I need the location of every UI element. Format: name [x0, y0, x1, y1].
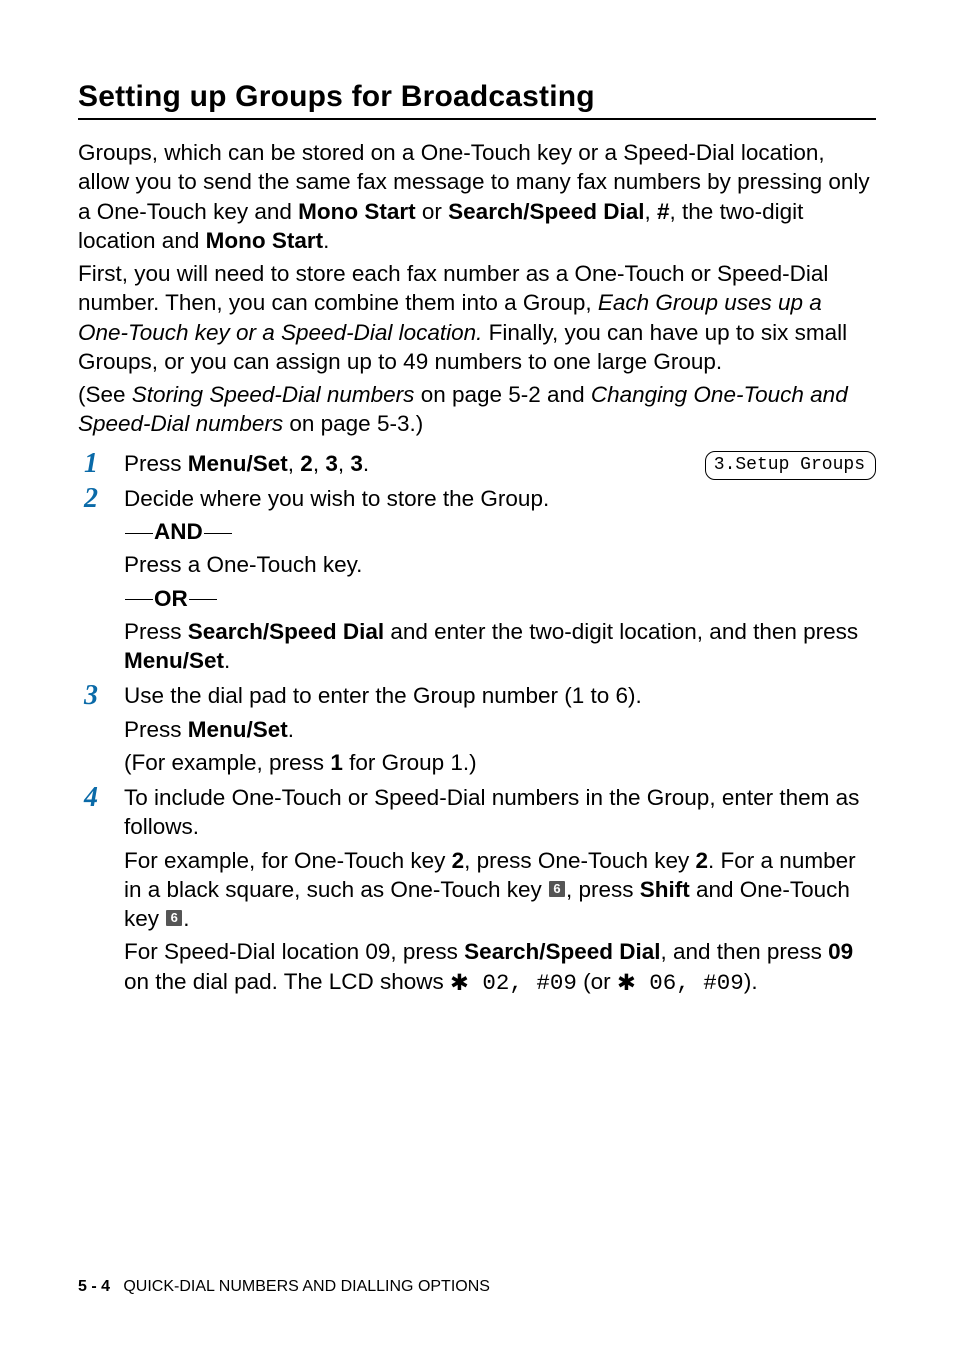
text: for Group 1.): [343, 750, 477, 775]
step-number: 3: [78, 681, 124, 710]
step-number: 2: [78, 484, 124, 513]
key-2: 2: [452, 848, 465, 873]
search-speed-dial-label: Search/Speed Dial: [464, 939, 660, 964]
step-3-line-3: (For example, press 1 for Group 1.): [124, 748, 876, 777]
menu-set-label: Menu/Set: [188, 717, 288, 742]
lcd-display: 3.Setup Groups: [705, 451, 876, 480]
page-number: 5 - 4: [78, 1278, 110, 1295]
key-3: 3: [350, 451, 363, 476]
key-2: 2: [696, 848, 709, 873]
step-4-line-2: For example, for One-Touch key 2, press …: [124, 846, 876, 934]
intro-paragraph-3: (See Storing Speed-Dial numbers on page …: [78, 380, 876, 439]
steps-list: 1 Press Menu/Set, 2, 3, 3. 3.Setup Group…: [78, 449, 876, 1002]
star-icon: ✱: [617, 968, 636, 997]
step-2-line-1: Decide where you wish to store the Group…: [124, 484, 876, 513]
search-speed-dial-label: Search/Speed Dial: [188, 619, 384, 644]
text: (For example, press: [124, 750, 330, 775]
dash-icon: [125, 599, 153, 600]
text: on page 5-2 and: [414, 382, 590, 407]
step-4: 4 To include One-Touch or Speed-Dial num…: [78, 783, 876, 1002]
step-3-line-1: Use the dial pad to enter the Group numb…: [124, 681, 876, 710]
step-3-line-2: Press Menu/Set.: [124, 715, 876, 744]
text: Press: [124, 717, 188, 742]
step-1-text: Press Menu/Set, 2, 3, 3.: [124, 449, 369, 478]
text: , press One-Touch key: [464, 848, 695, 873]
text: , and then press: [661, 939, 829, 964]
key-2: 2: [300, 451, 313, 476]
step-number: 1: [78, 449, 124, 478]
mono-start-label: Mono Start: [206, 228, 324, 253]
key-3: 3: [325, 451, 338, 476]
step-number: 4: [78, 783, 124, 812]
dash-icon: [125, 533, 153, 534]
text: .: [288, 717, 294, 742]
or-label: OR: [154, 586, 188, 611]
text: For Speed-Dial location 09, press: [124, 939, 464, 964]
menu-set-label: Menu/Set: [124, 648, 224, 673]
search-speed-dial-label: Search/Speed Dial: [448, 199, 644, 224]
section-heading: Setting up Groups for Broadcasting: [78, 80, 876, 120]
lcd-text: 06, #09: [636, 970, 744, 996]
text: , press: [566, 877, 640, 902]
text: .: [323, 228, 329, 253]
text: on page 5-3.): [283, 411, 423, 436]
lcd-text: 02, #09: [469, 970, 577, 996]
and-label: AND: [154, 519, 203, 544]
text: on the dial pad. The LCD shows: [124, 969, 450, 994]
text: Press: [124, 619, 188, 644]
mono-start-label: Mono Start: [298, 199, 416, 224]
hash-key: #: [657, 199, 670, 224]
xref-storing-speed-dial: Storing Speed-Dial numbers: [132, 382, 415, 407]
shift-label: Shift: [640, 877, 690, 902]
text: ,: [338, 451, 351, 476]
or-separator: OR: [124, 584, 876, 613]
text: ,: [288, 451, 301, 476]
footer-label: QUICK-DIAL NUMBERS AND DIALLING OPTIONS: [123, 1278, 490, 1295]
text: (or: [577, 969, 617, 994]
intro-paragraph-2: First, you will need to store each fax n…: [78, 259, 876, 376]
text: For example, for One-Touch key: [124, 848, 452, 873]
step-4-line-1: To include One-Touch or Speed-Dial numbe…: [124, 783, 876, 842]
text: Press: [124, 451, 188, 476]
step-2: 2 Decide where you wish to store the Gro…: [78, 484, 876, 680]
step-4-line-3: For Speed-Dial location 09, press Search…: [124, 937, 876, 998]
and-separator: AND: [124, 517, 876, 546]
step-3: 3 Use the dial pad to enter the Group nu…: [78, 681, 876, 781]
text: .: [224, 648, 230, 673]
text: ).: [744, 969, 758, 994]
step-2-line-3: Press Search/Speed Dial and enter the tw…: [124, 617, 876, 676]
dash-icon: [189, 599, 217, 600]
step-2-line-2: Press a One-Touch key.: [124, 550, 876, 579]
text: .: [363, 451, 369, 476]
intro-paragraph-1: Groups, which can be stored on a One-Tou…: [78, 138, 876, 255]
text: or: [416, 199, 449, 224]
key-09: 09: [828, 939, 853, 964]
key-1: 1: [330, 750, 343, 775]
black-key-icon: 6: [549, 881, 565, 897]
text: .: [183, 906, 189, 931]
star-icon: ✱: [450, 968, 469, 997]
intro-block: Groups, which can be stored on a One-Tou…: [78, 138, 876, 439]
step-1: 1 Press Menu/Set, 2, 3, 3. 3.Setup Group…: [78, 449, 876, 482]
text: (See: [78, 382, 132, 407]
text: and enter the two-digit location, and th…: [384, 619, 858, 644]
text: ,: [313, 451, 326, 476]
menu-set-label: Menu/Set: [188, 451, 288, 476]
text: ,: [645, 199, 658, 224]
dash-icon: [204, 533, 232, 534]
page-footer: 5 - 4 QUICK-DIAL NUMBERS AND DIALLING OP…: [78, 1278, 490, 1296]
black-key-icon: 6: [166, 910, 182, 926]
